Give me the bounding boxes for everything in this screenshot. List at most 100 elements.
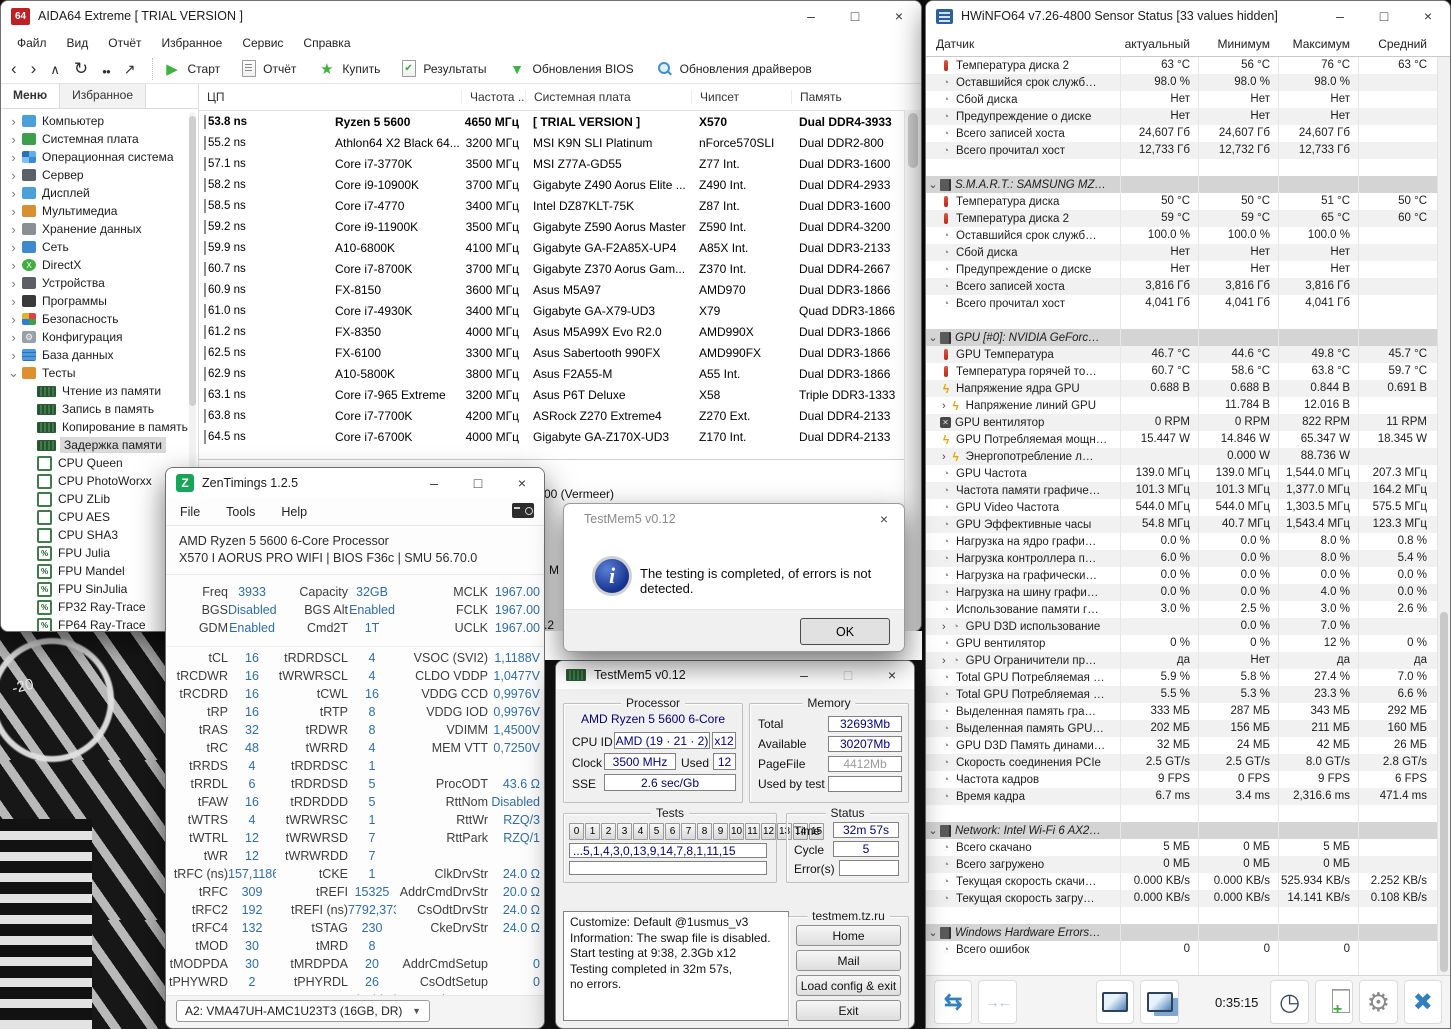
- sidebar-item[interactable]: › База данных: [1, 346, 198, 364]
- sensor-row[interactable]: Нагрузка на ядро графи… 0.0 % 0.0 % 8.0 …: [926, 533, 1450, 550]
- close-icon[interactable]: ×: [880, 511, 888, 527]
- sensor-row[interactable]: ⌄ GPU [#0]: NVIDIA GeForc…: [926, 329, 1450, 346]
- benchmark-row[interactable]: 58.5 ns Core i7-4770 3400 МГц Intel DZ87…: [199, 195, 921, 216]
- site-button[interactable]: Mail: [796, 950, 901, 971]
- close-button[interactable]: ×: [870, 661, 914, 689]
- column-header[interactable]: ЦП: [199, 90, 461, 104]
- sidebar-item[interactable]: › Сеть: [1, 238, 198, 256]
- sidebar-item[interactable]: ⌄ Тесты: [1, 364, 198, 382]
- minimize-button[interactable]: –: [782, 661, 826, 689]
- sensor-row[interactable]: Нагрузка контроллера п… 6.0 % 0.0 % 8.0 …: [926, 550, 1450, 567]
- back-icon[interactable]: [11, 60, 17, 77]
- benchmark-row[interactable]: 61.2 ns FX-8350 4000 МГц Asus M5A99X Evo…: [199, 321, 921, 342]
- screenshot-camera-icon[interactable]: [512, 503, 534, 518]
- screen-inspect-icon[interactable]: [1096, 980, 1135, 1024]
- up-icon[interactable]: [50, 60, 60, 77]
- users-icon[interactable]: [102, 60, 110, 77]
- toolbar-action[interactable]: Обновления BIOS: [509, 61, 634, 77]
- sensor-row[interactable]: Текущая скорость загру… 0.000 KB/s 0.000…: [926, 890, 1450, 907]
- chevron-icon[interactable]: ›: [7, 348, 20, 363]
- sidebar-item[interactable]: › Безопасность: [1, 310, 198, 328]
- sidebar-test-item[interactable]: Чтение из памяти: [1, 382, 198, 400]
- test-number-button[interactable]: 2: [601, 823, 616, 840]
- minimize-button[interactable]: –: [789, 1, 833, 31]
- benchmark-row[interactable]: 62.5 ns FX-6100 3300 МГц Asus Sabertooth…: [199, 342, 921, 363]
- sensor-row[interactable]: ⌄ Windows Hardware Errors…: [926, 924, 1450, 941]
- expander-chevron-icon[interactable]: ›: [942, 621, 946, 633]
- sensor-row[interactable]: GPU Потребляемая мощн… 15.447 W 14.846 W…: [926, 431, 1450, 448]
- chart-icon[interactable]: [124, 60, 136, 77]
- sensor-row[interactable]: › GPU Ограничители пр… да Нет да да: [926, 652, 1450, 669]
- sensor-row[interactable]: Предупреждение о диске Нет Нет Нет: [926, 261, 1450, 278]
- sidebar-item[interactable]: › DirectX: [1, 256, 198, 274]
- swap-columns-icon[interactable]: [934, 980, 973, 1024]
- log-textarea[interactable]: Customize: Default @1usmus_v3 Information…: [563, 911, 789, 1021]
- test-number-button[interactable]: 12: [761, 823, 776, 840]
- chevron-icon[interactable]: ›: [7, 258, 20, 273]
- table-scrollbar[interactable]: [904, 110, 921, 631]
- sidebar-item[interactable]: › Системная плата: [1, 130, 198, 148]
- sensor-row[interactable]: Всего прочитал хост 4,041 Гб 4,041 Гб 4,…: [926, 295, 1450, 312]
- sensor-row[interactable]: Предупреждение о диске Нет Нет Нет: [926, 108, 1450, 125]
- sensor-row[interactable]: Оставшийся срок служб… 98.0 % 98.0 % 98.…: [926, 74, 1450, 91]
- sidebar-item[interactable]: › Мультимедиа: [1, 202, 198, 220]
- menu-item[interactable]: Сервис: [232, 33, 293, 53]
- menu-item[interactable]: Справка: [293, 33, 360, 53]
- sensor-row[interactable]: Нагрузка на графически… 0.0 % 0.0 % 0.0 …: [926, 567, 1450, 584]
- test-number-button[interactable]: 10: [729, 823, 744, 840]
- maximize-button[interactable]: □: [456, 468, 500, 498]
- forward-icon[interactable]: [31, 60, 37, 77]
- chevron-icon[interactable]: ›: [7, 132, 20, 147]
- benchmark-row[interactable]: 63.1 ns Core i7-965 Extreme 3200 МГц Asu…: [199, 384, 921, 405]
- sensor-row[interactable]: GPU вентилятор 0 RPM 0 RPM 822 RPM 11 RP…: [926, 414, 1450, 431]
- expander-chevron-icon[interactable]: ⌄: [926, 824, 940, 837]
- sensor-row[interactable]: › Напряжение линий GPU 11.784 В 12.016 В: [926, 397, 1450, 414]
- sensor-row[interactable]: [926, 958, 1450, 975]
- toolbar-action[interactable]: Обновления драйверов: [656, 61, 812, 77]
- benchmark-row[interactable]: 64.5 ns Core i7-6700K 4000 МГц Gigabyte …: [199, 426, 921, 447]
- menu-item[interactable]: Файл: [7, 33, 57, 53]
- sensor-scrollbar[interactable]: [1437, 57, 1450, 975]
- column-header[interactable]: Минимум: [1198, 37, 1278, 51]
- expander-chevron-icon[interactable]: ⌄: [926, 331, 940, 344]
- column-header[interactable]: Максимум: [1278, 37, 1358, 51]
- test-number-button[interactable]: 3: [617, 823, 632, 840]
- sensor-row[interactable]: Всего прочитал хост 12,733 Гб 12,732 Гб …: [926, 142, 1450, 159]
- test-number-button[interactable]: 7: [681, 823, 696, 840]
- sidebar-item[interactable]: › Компьютер: [1, 112, 198, 130]
- sensor-row[interactable]: Всего скачано 5 МБ 0 МБ 5 МБ: [926, 839, 1450, 856]
- sensor-row[interactable]: GPU Температура 46.7 °C 44.6 °C 49.8 °C …: [926, 346, 1450, 363]
- test-number-button[interactable]: 6: [665, 823, 680, 840]
- toolbar-action[interactable]: Результаты: [402, 60, 487, 77]
- dimm-select-dropdown[interactable]: A2: VMA47UH-AMC1U23T3 (16GB, DR) ▼: [176, 1000, 430, 1022]
- remote-screens-icon[interactable]: [1140, 980, 1179, 1024]
- sidebar-test-item[interactable]: Задержка памяти: [1, 436, 198, 454]
- benchmark-row[interactable]: 58.2 ns Core i9-10900K 3700 МГц Gigabyte…: [199, 174, 921, 195]
- sensor-row[interactable]: Оставшийся срок служб… 100.0 % 100.0 % 1…: [926, 227, 1450, 244]
- column-header[interactable]: Память: [791, 90, 907, 104]
- sensor-row[interactable]: [926, 159, 1450, 176]
- benchmark-row[interactable]: 57.1 ns Core i7-3770K 3500 МГц MSI Z77A-…: [199, 153, 921, 174]
- column-header[interactable]: Чипсет: [691, 90, 791, 104]
- sensor-row[interactable]: Частота памяти графиче… 101.3 МГц 101.3 …: [926, 482, 1450, 499]
- test-number-button[interactable]: 9: [713, 823, 728, 840]
- chevron-icon[interactable]: ›: [7, 276, 20, 291]
- chevron-icon[interactable]: ›: [7, 240, 20, 255]
- minimize-button[interactable]: –: [1318, 1, 1362, 31]
- chevron-icon[interactable]: ›: [7, 186, 20, 201]
- gear-icon[interactable]: [1359, 980, 1398, 1024]
- close-button[interactable]: ×: [1406, 1, 1450, 31]
- menu-item[interactable]: Отчёт: [98, 33, 151, 53]
- test-number-button[interactable]: 8: [697, 823, 712, 840]
- ok-button[interactable]: OK: [800, 618, 890, 645]
- benchmark-row[interactable]: 62.9 ns A10-5800K 3800 МГц Asus F2A55-M …: [199, 363, 921, 384]
- sidebar-test-item[interactable]: Копирование в память: [1, 418, 198, 436]
- sensor-row[interactable]: Скорость соединения PCIe 2.5 GT/s 2.5 GT…: [926, 754, 1450, 771]
- toolbar-action[interactable]: Купить: [318, 61, 380, 77]
- benchmark-row[interactable]: 55.2 ns Athlon64 X2 Black 64... 3200 МГц…: [199, 132, 921, 153]
- sensor-row[interactable]: Текущая скорость скачи… 0.000 KB/s 0.000…: [926, 873, 1450, 890]
- benchmark-row[interactable]: 60.9 ns FX-8150 3600 МГц Asus M5A97 AMD9…: [199, 279, 921, 300]
- close-button[interactable]: ×: [500, 468, 544, 498]
- sensor-row[interactable]: Всего записей хоста 24,607 Гб 24,607 Гб …: [926, 125, 1450, 142]
- sensor-row[interactable]: GPU Частота 139.0 МГц 139.0 МГц 1,544.0 …: [926, 465, 1450, 482]
